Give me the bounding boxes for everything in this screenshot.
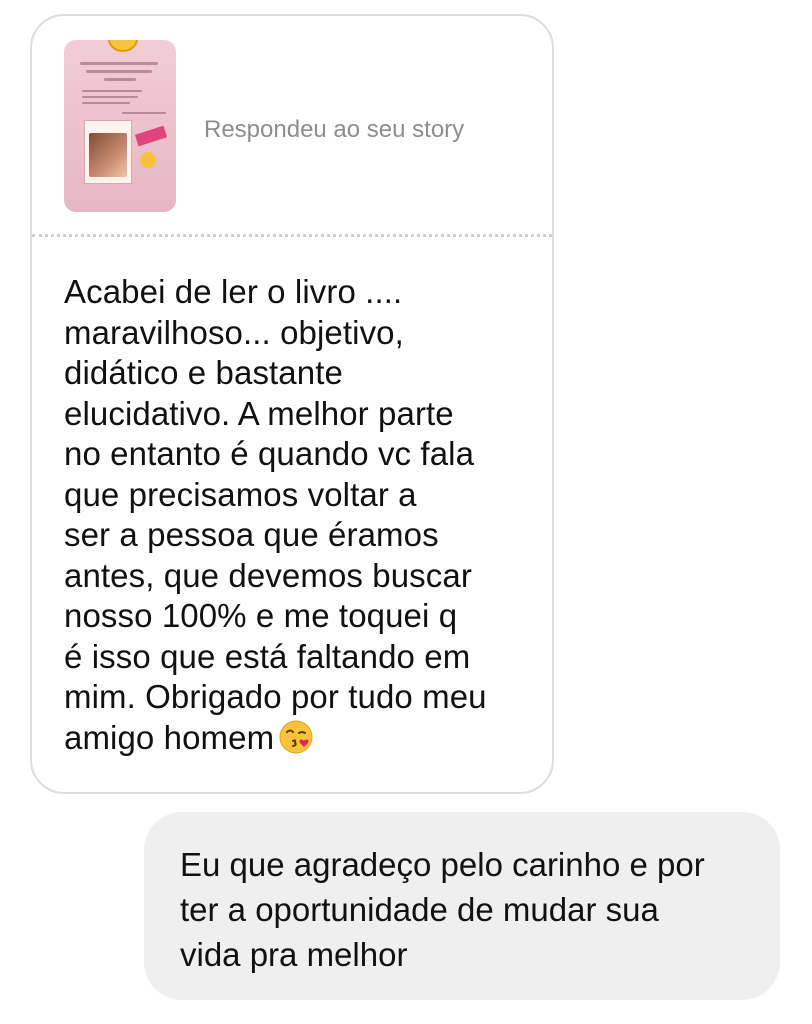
thumbnail-text-line bbox=[86, 70, 152, 73]
message-line-last: amigo homem bbox=[64, 718, 534, 759]
message-line: vida pra melhor bbox=[180, 936, 408, 973]
thumbnail-text-line bbox=[82, 96, 138, 98]
message-line-text: amigo homem bbox=[64, 718, 275, 756]
incoming-message-text: Acabei de ler o livro .... maravilhoso..… bbox=[64, 272, 534, 758]
story-reply-label: Respondeu ao seu story bbox=[204, 116, 465, 143]
thumbnail-text-line bbox=[82, 102, 130, 104]
message-line: que precisamos voltar a bbox=[64, 475, 417, 513]
message-line: ter a oportunidade de mudar sua bbox=[180, 891, 659, 928]
message-line: nosso 100% e me toquei q bbox=[64, 597, 458, 634]
incoming-message-bubble[interactable]: Respondeu ao seu story Acabei de ler o l… bbox=[30, 14, 554, 794]
book-cover-image bbox=[84, 120, 132, 184]
message-line: antes, que devemos buscar bbox=[64, 556, 472, 594]
message-line: ser a pessoa que éramos bbox=[64, 516, 439, 553]
message-line: mim. Obrigado por tudo meu bbox=[64, 678, 487, 715]
outgoing-message-text: Eu que agradeço pelo carinho e por ter a… bbox=[180, 842, 760, 977]
thumbnail-text-line bbox=[82, 90, 142, 92]
kiss-face-icon bbox=[279, 720, 313, 753]
shocked-face-icon bbox=[140, 152, 156, 168]
message-line: maravilhoso... objetivo, bbox=[64, 313, 404, 351]
dotted-divider bbox=[32, 234, 552, 237]
outgoing-message-bubble[interactable]: Eu que agradeço pelo carinho e por ter a… bbox=[144, 812, 780, 1000]
book-cover-art bbox=[89, 133, 127, 177]
thumbnail-text-line bbox=[122, 112, 166, 114]
message-line: elucidativo. A melhor parte bbox=[64, 394, 454, 432]
story-thumbnail[interactable] bbox=[64, 40, 176, 212]
message-line: Eu que agradeço pelo carinho e por bbox=[180, 846, 705, 883]
thumbnail-emoji-icon bbox=[108, 40, 138, 52]
thumbnail-sticker bbox=[134, 125, 168, 147]
message-line: Acabei de ler o livro .... bbox=[64, 273, 403, 310]
message-line: é isso que está faltando em bbox=[64, 637, 471, 675]
message-line: no entanto é quando vc fala bbox=[64, 435, 475, 472]
thumbnail-text-line bbox=[104, 78, 136, 81]
thumbnail-text-line bbox=[80, 62, 158, 65]
message-line: didático e bastante bbox=[64, 354, 343, 391]
